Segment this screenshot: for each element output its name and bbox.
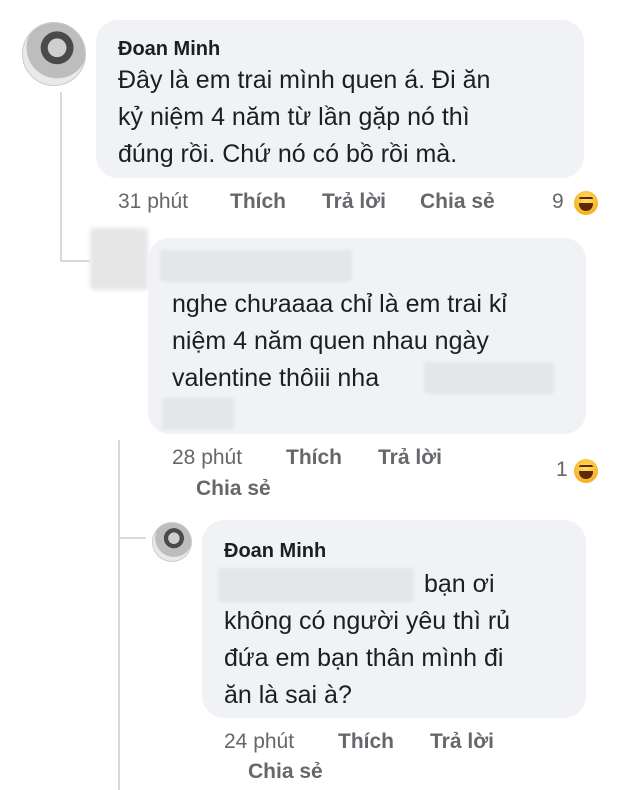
comment-text-line: Đây là em trai mình quen á. Đi ăn <box>118 66 491 94</box>
thread-line-reply-connector <box>118 537 146 539</box>
share-button[interactable]: Chia sẻ <box>248 760 323 784</box>
comment-text-line: không có người yêu thì rủ <box>224 607 511 635</box>
haha-emoji-icon[interactable] <box>574 459 598 483</box>
redacted-author-name <box>160 250 352 282</box>
comment-text-line: niệm 4 năm quen nhau ngày <box>172 327 489 355</box>
share-button[interactable]: Chia sẻ <box>196 477 271 501</box>
avatar[interactable] <box>152 522 192 562</box>
comment-text-line: bạn ơi <box>424 570 495 598</box>
comment-timestamp[interactable]: 31 phút <box>118 190 188 214</box>
comment-text-line: đúng rồi. Chứ nó có bồ rồi mà. <box>118 140 458 168</box>
redacted-mention <box>218 568 414 602</box>
reply-button[interactable]: Trả lời <box>430 730 494 754</box>
avatar[interactable] <box>90 228 148 290</box>
reply-button[interactable]: Trả lời <box>322 190 386 214</box>
reply-button[interactable]: Trả lời <box>378 446 442 470</box>
thread-line-main <box>60 92 62 262</box>
like-button[interactable]: Thích <box>230 190 286 214</box>
haha-emoji-icon[interactable] <box>574 191 598 215</box>
comment-text-line: đứa em bạn thân mình đi <box>224 644 504 672</box>
comment-author[interactable]: Đoan Minh <box>118 38 220 61</box>
redacted-mention <box>424 362 554 394</box>
thread-line-connector <box>60 260 90 262</box>
reaction-count[interactable]: 9 <box>552 190 564 214</box>
comment-timestamp[interactable]: 28 phút <box>172 446 242 470</box>
reaction-count[interactable]: 1 <box>556 458 568 482</box>
redacted-mention <box>162 398 234 430</box>
comment-text-line: kỷ niệm 4 năm từ lần gặp nó thì <box>118 103 470 131</box>
like-button[interactable]: Thích <box>286 446 342 470</box>
avatar[interactable] <box>22 22 86 86</box>
comment-text-line: ăn là sai à? <box>224 681 352 709</box>
thread-line-reply <box>118 440 120 790</box>
comment-text-line: nghe chưaaaa chỉ là em trai kỉ <box>172 290 507 318</box>
comment-author[interactable]: Đoan Minh <box>224 540 326 563</box>
comment-timestamp[interactable]: 24 phút <box>224 730 294 754</box>
share-button[interactable]: Chia sẻ <box>420 190 495 214</box>
comment-text-line: valentine thôiii nha <box>172 364 380 392</box>
like-button[interactable]: Thích <box>338 730 394 754</box>
